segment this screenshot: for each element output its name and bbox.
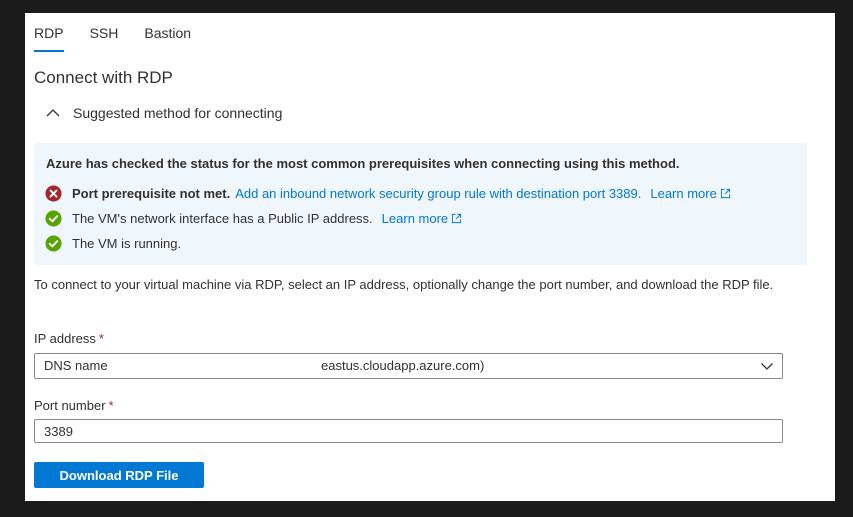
learn-more-port-link[interactable]: Learn more bbox=[650, 186, 730, 201]
learn-more-label: Learn more bbox=[381, 211, 449, 226]
ip-address-label: IP address * bbox=[34, 331, 104, 346]
required-marker: * bbox=[98, 331, 104, 346]
ip-address-dropdown[interactable]: DNS name eastus.cloudapp.azure.com) bbox=[34, 353, 783, 379]
prerequisites-infobox: Azure has checked the status for the mos… bbox=[34, 143, 807, 265]
ip-address-type: DNS name bbox=[44, 358, 108, 373]
suggested-method-toggle[interactable]: Suggested method for connecting bbox=[45, 105, 282, 121]
prereq-port-status: Port prerequisite not met. bbox=[72, 186, 231, 201]
checkmark-circle-icon bbox=[45, 210, 62, 227]
rdp-description: To connect to your virtual machine via R… bbox=[34, 277, 774, 292]
download-rdp-button[interactable]: Download RDP File bbox=[34, 462, 204, 488]
tab-ssh[interactable]: SSH bbox=[90, 25, 119, 54]
chevron-up-icon bbox=[46, 109, 60, 117]
prereq-item-public-ip: The VM's network interface has a Public … bbox=[45, 210, 462, 227]
chevron-down-icon bbox=[761, 363, 773, 370]
suggested-method-label: Suggested method for connecting bbox=[73, 105, 283, 121]
add-nsg-rule-link[interactable]: Add an inbound network security group ru… bbox=[235, 186, 641, 201]
prereq-public-ip-text: The VM's network interface has a Public … bbox=[72, 211, 373, 226]
external-link-icon bbox=[452, 213, 462, 224]
port-number-label: Port number * bbox=[34, 398, 114, 413]
required-marker: * bbox=[108, 398, 114, 413]
prereq-item-vm-running: The VM is running. bbox=[45, 235, 181, 252]
tab-bastion[interactable]: Bastion bbox=[144, 25, 191, 54]
checkmark-circle-icon bbox=[45, 235, 62, 252]
tab-rdp[interactable]: RDP bbox=[34, 25, 64, 54]
port-number-input[interactable] bbox=[34, 419, 783, 443]
connect-panel: RDP SSH Bastion Connect with RDP Suggest… bbox=[25, 13, 835, 501]
port-number-label-text: Port number bbox=[34, 398, 106, 413]
prereq-item-port: Port prerequisite not met. Add an inboun… bbox=[45, 185, 731, 202]
learn-more-public-ip-link[interactable]: Learn more bbox=[382, 211, 462, 226]
learn-more-label: Learn more bbox=[650, 186, 717, 201]
tab-bar: RDP SSH Bastion bbox=[34, 25, 217, 55]
ip-address-label-text: IP address bbox=[34, 331, 96, 346]
prereq-vm-running-text: The VM is running. bbox=[72, 236, 182, 251]
external-link-icon bbox=[720, 188, 730, 199]
error-circle-icon bbox=[45, 185, 62, 202]
ip-address-value: eastus.cloudapp.azure.com) bbox=[321, 358, 485, 373]
page-title: Connect with RDP bbox=[34, 68, 173, 87]
prerequisites-heading: Azure has checked the status for the mos… bbox=[46, 156, 680, 171]
